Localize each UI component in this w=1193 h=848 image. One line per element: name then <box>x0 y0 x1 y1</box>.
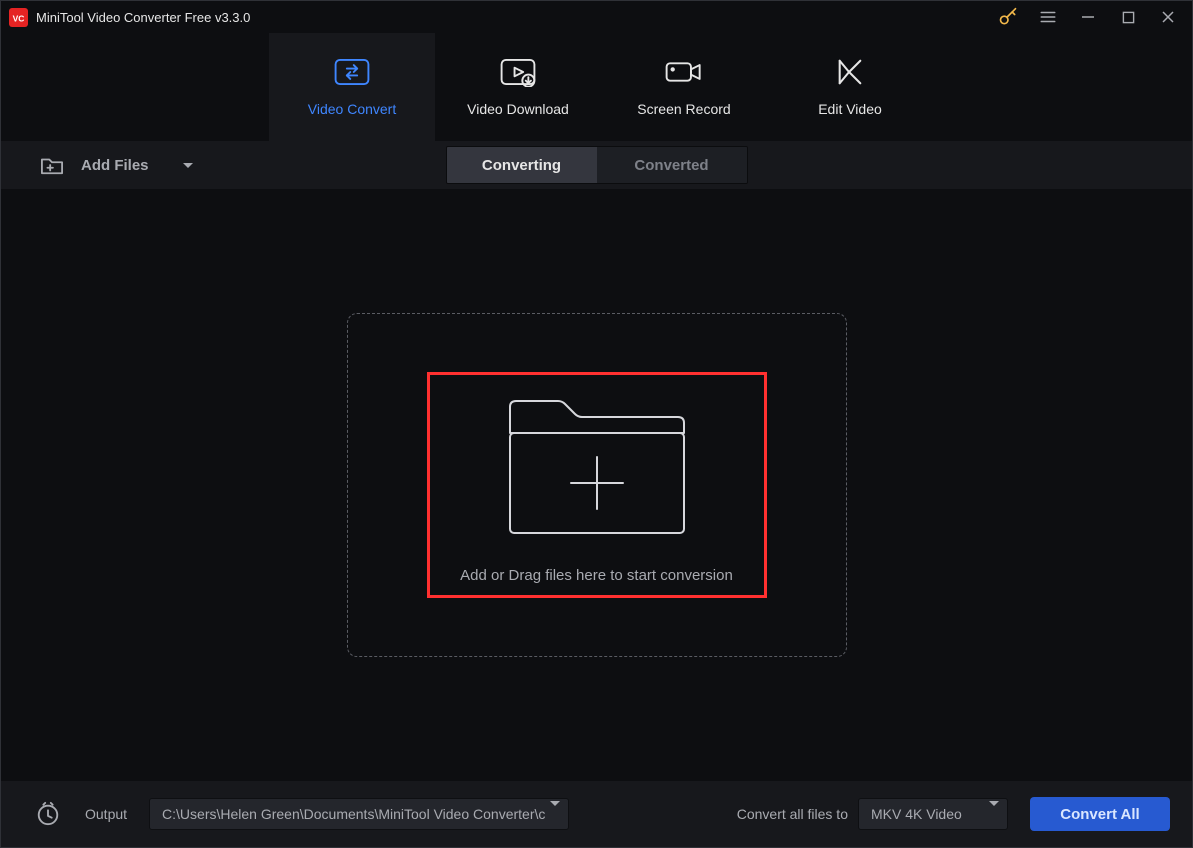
drop-zone[interactable]: Add or Drag files here to start conversi… <box>347 313 847 657</box>
nav-label: Video Convert <box>308 101 396 117</box>
output-path-text: C:\Users\Helen Green\Documents\MiniTool … <box>162 806 550 822</box>
output-label: Output <box>85 806 127 822</box>
tool-row: Add Files Converting Converted <box>1 141 1192 189</box>
add-files-icon <box>39 154 65 176</box>
app-title: MiniTool Video Converter Free v3.3.0 <box>36 10 250 25</box>
nav-tab-video-download[interactable]: Video Download <box>435 33 601 141</box>
chevron-down-icon <box>183 163 193 168</box>
minimize-button[interactable] <box>1068 1 1108 33</box>
chevron-down-icon <box>550 806 560 822</box>
subtab-converting[interactable]: Converting <box>447 147 597 183</box>
app-window: VC MiniTool Video Converter Free v3.3.0 <box>0 0 1193 848</box>
maximize-button[interactable] <box>1108 1 1148 33</box>
history-button[interactable] <box>35 801 61 827</box>
app-logo-icon: VC <box>9 8 28 27</box>
format-selected-text: MKV 4K Video <box>871 806 989 822</box>
convert-all-label: Convert All <box>1060 806 1139 823</box>
nav-label: Video Download <box>467 101 569 117</box>
drop-zone-highlight: Add or Drag files here to start conversi… <box>427 372 767 598</box>
close-button[interactable] <box>1148 1 1188 33</box>
nav-label: Edit Video <box>818 101 882 117</box>
nav-label: Screen Record <box>637 101 730 117</box>
format-select[interactable]: MKV 4K Video <box>858 798 1008 830</box>
menu-button[interactable] <box>1028 1 1068 33</box>
arrows-cycle-icon <box>333 57 371 87</box>
main-nav: Video Convert Video Download <box>1 33 1192 141</box>
drop-zone-text: Add or Drag files here to start conversi… <box>460 567 733 584</box>
nav-tab-edit-video[interactable]: Edit Video <box>767 33 933 141</box>
bottom-bar: Output C:\Users\Helen Green\Documents\Mi… <box>1 781 1192 847</box>
camera-icon <box>664 57 704 87</box>
folder-plus-icon <box>502 387 692 541</box>
chevron-down-icon <box>989 806 999 822</box>
add-files-label: Add Files <box>81 157 149 174</box>
activate-key-button[interactable] <box>988 1 1028 33</box>
convert-to-label: Convert all files to <box>737 806 848 822</box>
content-area: Add or Drag files here to start conversi… <box>1 189 1192 781</box>
title-bar: VC MiniTool Video Converter Free v3.3.0 <box>1 1 1192 33</box>
subtab-converted[interactable]: Converted <box>597 147 747 183</box>
edit-movie-icon <box>835 57 865 87</box>
svg-text:VC: VC <box>13 13 25 23</box>
subtab-label: Converted <box>634 157 708 174</box>
sub-tabs: Converting Converted <box>446 146 748 184</box>
subtab-label: Converting <box>482 157 561 174</box>
nav-tab-video-convert[interactable]: Video Convert <box>269 33 435 141</box>
download-video-icon <box>499 57 537 87</box>
add-files-button[interactable]: Add Files <box>39 154 193 176</box>
convert-all-button[interactable]: Convert All <box>1030 797 1170 831</box>
output-path-select[interactable]: C:\Users\Helen Green\Documents\MiniTool … <box>149 798 569 830</box>
nav-tab-screen-record[interactable]: Screen Record <box>601 33 767 141</box>
